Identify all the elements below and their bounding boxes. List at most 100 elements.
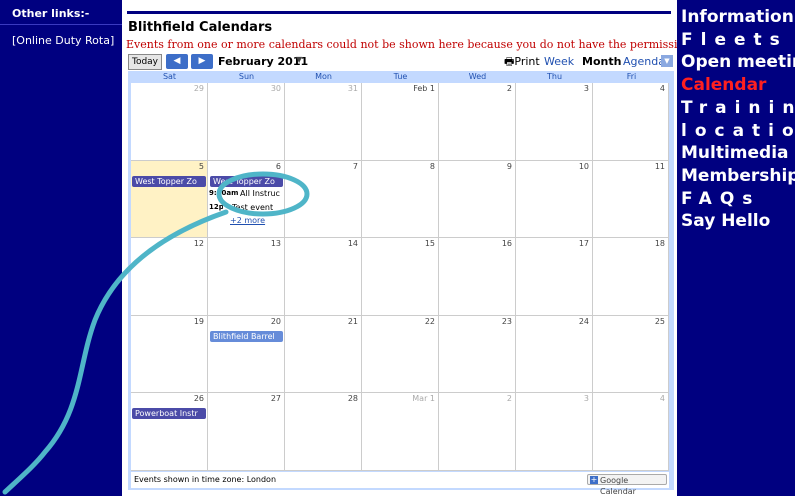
day-number[interactable]: 3	[584, 394, 589, 403]
day-cell[interactable]: 6 West Topper Zo 9:30am All Instruc 12p Test …	[208, 160, 285, 239]
day-cell[interactable]: 18	[593, 238, 669, 316]
day-number[interactable]: 18	[655, 239, 665, 248]
day-number[interactable]: 3	[584, 84, 589, 93]
day-number[interactable]: Mar 1	[412, 394, 435, 403]
day-number[interactable]: 2	[507, 394, 512, 403]
day-number[interactable]: 26	[194, 394, 204, 403]
day-number[interactable]: 22	[425, 317, 435, 326]
day-cell[interactable]: 10	[516, 160, 593, 239]
day-cell[interactable]: 4	[593, 393, 669, 471]
day-number[interactable]: 2	[507, 84, 512, 93]
today-button[interactable]: Today	[128, 54, 162, 70]
event-test-event[interactable]: Test event	[232, 203, 282, 212]
day-number[interactable]: 10	[579, 162, 589, 171]
day-cell[interactable]: 25	[593, 315, 669, 394]
day-number[interactable]: 19	[194, 317, 204, 326]
nav-item-open-meeting[interactable]: Open meeting	[677, 51, 795, 74]
day-number[interactable]: 11	[655, 162, 665, 171]
month-dropdown-icon[interactable]: ▼	[296, 55, 302, 64]
week-view-tab[interactable]: Week	[544, 54, 574, 69]
more-events-link[interactable]: +2 more	[230, 216, 265, 225]
nav-item-calendar[interactable]: Calendar	[677, 74, 795, 97]
nav-item-multimedia[interactable]: Multimedia	[677, 142, 795, 165]
day-number[interactable]: 5	[199, 162, 204, 171]
day-cell[interactable]: 8	[362, 160, 439, 239]
day-cell[interactable]: 31	[285, 83, 362, 161]
day-number[interactable]: 21	[348, 317, 358, 326]
day-cell[interactable]: 24	[516, 315, 593, 394]
day-cell[interactable]: Mar 1	[362, 393, 439, 471]
next-month-button[interactable]: ▶	[191, 54, 213, 69]
day-cell[interactable]: 12	[131, 238, 208, 316]
event-powerboat-instructor[interactable]: Powerboat Instr	[132, 408, 206, 420]
day-cell[interactable]: 22	[362, 315, 439, 394]
event-west-topper-zone[interactable]: West Topper Zo	[132, 175, 206, 187]
day-cell[interactable]: 2	[439, 393, 516, 471]
day-cell[interactable]: 20 Blithfield Barrel	[208, 315, 285, 394]
nav-item-information[interactable]: Information	[677, 6, 795, 29]
day-number[interactable]: 28	[348, 394, 358, 403]
day-number[interactable]: 15	[425, 239, 435, 248]
day-cell[interactable]: 16	[439, 238, 516, 316]
agenda-dropdown-icon[interactable]: ▼	[661, 55, 673, 67]
nav-item-training[interactable]: Training	[677, 97, 795, 120]
day-cell[interactable]: 3	[516, 393, 593, 471]
event-all-instructors[interactable]: All Instruc	[240, 189, 284, 198]
day-cell[interactable]: 29	[131, 83, 208, 161]
day-number[interactable]: 4	[660, 84, 665, 93]
nav-item-location[interactable]: location	[677, 120, 795, 143]
day-cell[interactable]: 30	[208, 83, 285, 161]
day-number[interactable]: 17	[579, 239, 589, 248]
day-number[interactable]: 25	[655, 317, 665, 326]
online-duty-rota-link[interactable]: [Online Duty Rota]	[0, 25, 122, 47]
day-number[interactable]: 7	[353, 162, 358, 171]
day-cell[interactable]: 27	[208, 393, 285, 471]
nav-item-say-hello[interactable]: Say Hello	[677, 210, 795, 233]
day-number[interactable]: 24	[579, 317, 589, 326]
day-cell[interactable]: 2	[439, 83, 516, 161]
day-number[interactable]: 20	[271, 317, 281, 326]
day-cell[interactable]: 13	[208, 238, 285, 316]
day-cell[interactable]: 17	[516, 238, 593, 316]
day-cell[interactable]: Feb 1	[362, 83, 439, 161]
current-month-label[interactable]: February 2011	[218, 54, 308, 69]
event-blithfield-barrel[interactable]: Blithfield Barrel	[210, 330, 283, 342]
day-cell[interactable]: 14	[285, 238, 362, 316]
day-number[interactable]: 12	[194, 239, 204, 248]
nav-item-membership[interactable]: Membership	[677, 165, 795, 188]
nav-item-faqs[interactable]: FAQs	[677, 188, 795, 211]
month-view-tab[interactable]: Month	[582, 54, 621, 69]
day-number[interactable]: 14	[348, 239, 358, 248]
day-number[interactable]: 6	[276, 162, 281, 171]
agenda-view-tab[interactable]: Agenda	[623, 54, 665, 69]
day-number[interactable]: 9	[507, 162, 512, 171]
day-cell[interactable]: 19	[131, 315, 208, 394]
day-cell[interactable]: 28	[285, 393, 362, 471]
day-number[interactable]: 13	[271, 239, 281, 248]
day-number[interactable]: 30	[271, 84, 281, 93]
nav-item-fleets[interactable]: Fleets	[677, 29, 795, 52]
day-number[interactable]: 23	[502, 317, 512, 326]
day-number[interactable]: 16	[502, 239, 512, 248]
day-cell[interactable]: 26 Powerboat Instr	[131, 393, 208, 471]
google-calendar-button[interactable]: + Google Calendar	[587, 474, 667, 496]
weekday-wed: Wed	[468, 72, 487, 81]
day-cell[interactable]: 23	[439, 315, 516, 394]
day-cell[interactable]: 5 West Topper Zo	[131, 160, 208, 239]
day-cell[interactable]: 4	[593, 83, 669, 161]
day-number[interactable]: 4	[660, 394, 665, 403]
print-button[interactable]: 🖶Print	[504, 54, 540, 69]
day-number[interactable]: 27	[271, 394, 281, 403]
day-cell[interactable]: 15	[362, 238, 439, 316]
day-number[interactable]: 29	[194, 84, 204, 93]
prev-month-button[interactable]: ◀	[166, 54, 188, 69]
day-cell[interactable]: 11	[593, 160, 669, 239]
day-cell[interactable]: 3	[516, 83, 593, 161]
day-cell[interactable]: 9	[439, 160, 516, 239]
event-west-topper-zone-sun[interactable]: West Topper Zo	[210, 175, 283, 187]
day-number[interactable]: 8	[430, 162, 435, 171]
day-cell[interactable]: 21	[285, 315, 362, 394]
day-cell[interactable]: 7	[285, 160, 362, 239]
day-number[interactable]: Feb 1	[413, 84, 435, 93]
day-number[interactable]: 31	[348, 84, 358, 93]
